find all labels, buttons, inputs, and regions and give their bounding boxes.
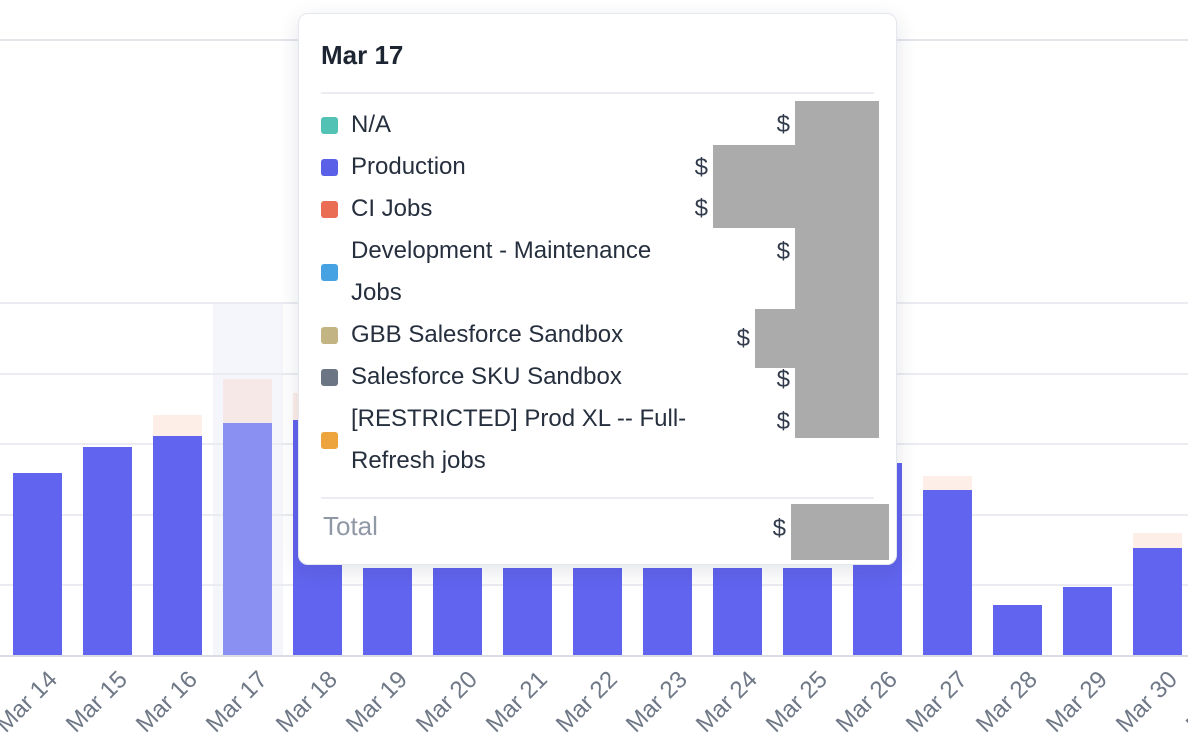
legend-row-label: GBB Salesforce Sandbox bbox=[351, 314, 623, 356]
x-axis-label-mar-26: Mar 26 bbox=[831, 666, 904, 739]
redacted-value-total bbox=[791, 504, 889, 560]
currency-symbol: $ bbox=[695, 153, 708, 183]
x-axis-label-mar-16: Mar 16 bbox=[131, 666, 204, 739]
bar-production-mar-24[interactable] bbox=[713, 568, 762, 656]
x-axis-line bbox=[0, 655, 1188, 657]
legend-row-label: Development - Maintenance Jobs bbox=[351, 230, 651, 314]
bar-production-mar-23[interactable] bbox=[643, 568, 692, 656]
legend-row-label: Production bbox=[351, 146, 466, 188]
tooltip-total-label: Total bbox=[323, 511, 378, 542]
legend-swatch-icon bbox=[321, 264, 338, 281]
currency-symbol: $ bbox=[695, 194, 708, 224]
x-axis-label-mar-21: Mar 21 bbox=[481, 666, 554, 739]
currency-symbol: $ bbox=[777, 407, 790, 437]
cost-chart-screen: Mar 14Mar 15Mar 16Mar 17Mar 18Mar 19Mar … bbox=[0, 0, 1188, 754]
x-axis-label-mar-23: Mar 23 bbox=[621, 666, 694, 739]
bar-production-mar-30[interactable] bbox=[1133, 548, 1182, 656]
legend-swatch-icon bbox=[321, 432, 338, 449]
currency-symbol: $ bbox=[777, 110, 790, 140]
redacted-value-gbb bbox=[755, 309, 795, 368]
bar-production-mar-14[interactable] bbox=[13, 473, 62, 656]
bar-production-mar-28[interactable] bbox=[993, 605, 1042, 656]
currency-symbol: $ bbox=[773, 514, 786, 544]
tooltip-title: Mar 17 bbox=[321, 40, 403, 71]
currency-symbol: $ bbox=[737, 324, 750, 354]
bar-production-mar-25[interactable] bbox=[783, 568, 832, 656]
legend-swatch-icon bbox=[321, 201, 338, 218]
legend-row-label: N/A bbox=[351, 104, 391, 146]
x-axis-label-mar-30: Mar 30 bbox=[1111, 666, 1184, 739]
x-axis-label-mar-25: Mar 25 bbox=[761, 666, 834, 739]
bar-production-mar-19[interactable] bbox=[363, 568, 412, 656]
bar-ci-cap-mar-17[interactable] bbox=[223, 379, 272, 423]
currency-symbol: $ bbox=[777, 237, 790, 267]
legend-swatch-icon bbox=[321, 117, 338, 134]
legend-row-label: [RESTRICTED] Prod XL -- Full- Refresh jo… bbox=[351, 398, 686, 482]
legend-swatch-icon bbox=[321, 369, 338, 386]
legend-swatch-icon bbox=[321, 159, 338, 176]
bar-production-mar-17[interactable] bbox=[223, 423, 272, 656]
x-axis-label-mar-28: Mar 28 bbox=[971, 666, 1044, 739]
bar-ci-cap-mar-30[interactable] bbox=[1133, 533, 1182, 548]
legend-row: Development - Maintenance Jobs bbox=[321, 230, 776, 314]
tooltip-divider-top bbox=[321, 92, 874, 94]
bar-ci-cap-mar-27[interactable] bbox=[923, 476, 972, 490]
redacted-values-column bbox=[795, 101, 879, 438]
x-axis-label-mar-29: Mar 29 bbox=[1041, 666, 1114, 739]
x-axis-label-mar-15: Mar 15 bbox=[61, 666, 134, 739]
x-axis-label-mar-27: Mar 27 bbox=[901, 666, 974, 739]
legend-row: N/A bbox=[321, 104, 776, 146]
x-axis-label-mar-18: Mar 18 bbox=[271, 666, 344, 739]
legend-row: GBB Salesforce Sandbox bbox=[321, 314, 776, 356]
x-axis-label-mar-31: Mar 31 bbox=[1181, 666, 1188, 739]
bar-production-mar-29[interactable] bbox=[1063, 587, 1112, 656]
x-axis-label-mar-19: Mar 19 bbox=[341, 666, 414, 739]
bar-production-mar-20[interactable] bbox=[433, 568, 482, 656]
currency-symbol: $ bbox=[777, 365, 790, 395]
legend-row: Salesforce SKU Sandbox bbox=[321, 356, 776, 398]
x-axis-label-mar-14: Mar 14 bbox=[0, 666, 63, 739]
bar-production-mar-22[interactable] bbox=[573, 568, 622, 656]
x-axis-label-mar-22: Mar 22 bbox=[551, 666, 624, 739]
redacted-value-production-ci bbox=[713, 145, 795, 228]
bar-production-mar-16[interactable] bbox=[153, 436, 202, 656]
x-axis-label-mar-17: Mar 17 bbox=[201, 666, 274, 739]
legend-swatch-icon bbox=[321, 327, 338, 344]
tooltip-divider-bottom bbox=[321, 497, 874, 499]
bar-production-mar-15[interactable] bbox=[83, 447, 132, 656]
x-axis-label-mar-24: Mar 24 bbox=[691, 666, 764, 739]
x-axis-label-mar-20: Mar 20 bbox=[411, 666, 484, 739]
chart-tooltip: Mar 17 N/AProductionCI JobsDevelopment -… bbox=[298, 13, 897, 565]
bar-ci-cap-mar-16[interactable] bbox=[153, 415, 202, 436]
legend-row-label: CI Jobs bbox=[351, 188, 432, 230]
legend-row: [RESTRICTED] Prod XL -- Full- Refresh jo… bbox=[321, 398, 776, 482]
bar-production-mar-27[interactable] bbox=[923, 490, 972, 656]
legend-row-label: Salesforce SKU Sandbox bbox=[351, 356, 622, 398]
bar-production-mar-21[interactable] bbox=[503, 568, 552, 656]
